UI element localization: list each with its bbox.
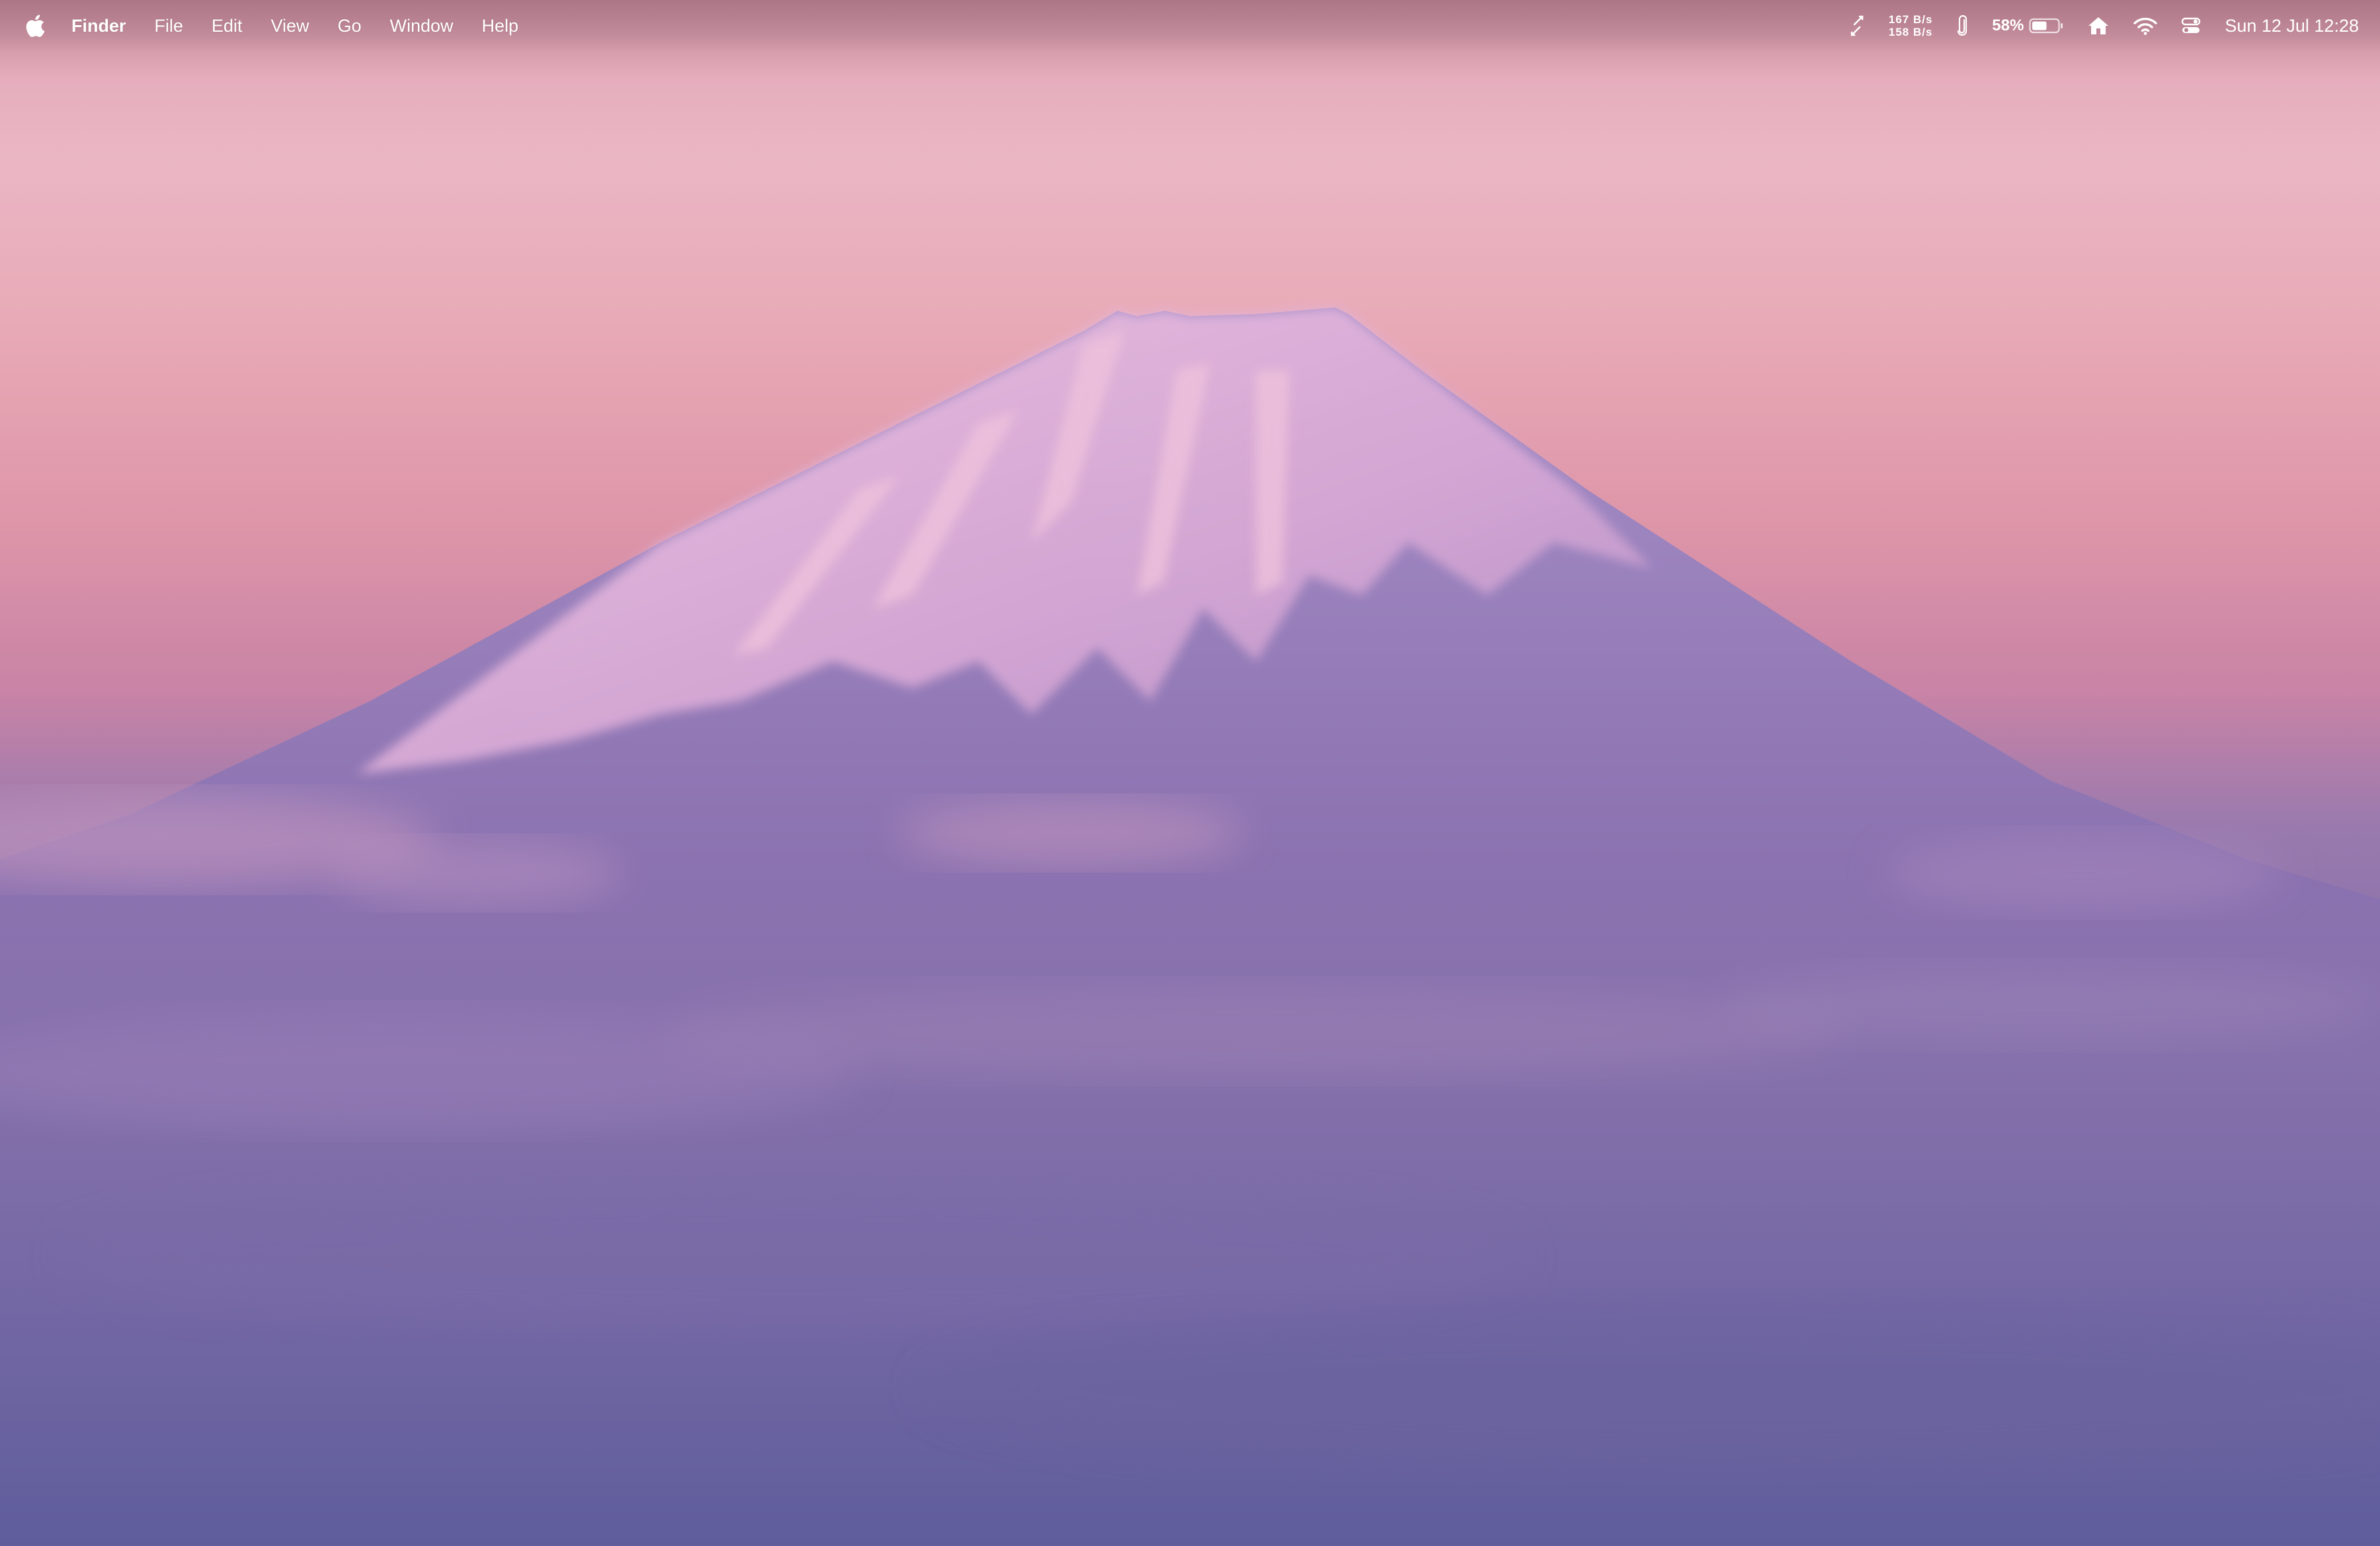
home-glyph	[2088, 17, 2109, 34]
control-center-icon[interactable]	[2181, 17, 2201, 35]
menu-left: Finder File Edit View Go Window Help	[24, 0, 547, 52]
cloud-center	[899, 800, 1243, 866]
wifi-glyph	[2133, 17, 2158, 35]
menu-bar: Finder File Edit View Go Window Help 167…	[0, 0, 2380, 52]
menu-file[interactable]: File	[155, 16, 184, 36]
apple-icon-glyph	[26, 15, 45, 37]
paperclip-glyph	[1958, 15, 1967, 36]
menu-window[interactable]: Window	[390, 16, 454, 36]
apple-icon[interactable]	[24, 13, 46, 38]
sync-arrows-icon[interactable]	[1849, 15, 1865, 37]
cloud-mid-left	[331, 840, 621, 906]
battery-fill	[2032, 21, 2047, 30]
paperclip-icon[interactable]	[1956, 15, 1968, 37]
cloud-band-3	[1719, 965, 2380, 1045]
home-icon[interactable]	[2087, 16, 2110, 36]
net-down-text: 158 B/s	[1888, 26, 1933, 38]
sync-arrows-glyph	[1850, 15, 1864, 36]
clock[interactable]: Sun 12 Jul 12:28	[2225, 16, 2359, 36]
battery-percent: 58%	[1992, 17, 2024, 34]
battery-status[interactable]: 58%	[1992, 17, 2063, 35]
menu-app-finder[interactable]: Finder	[71, 16, 126, 36]
net-up-text: 167 B/s	[1888, 13, 1933, 26]
menu-edit[interactable]: Edit	[212, 16, 243, 36]
battery-icon	[2029, 18, 2063, 34]
wifi-icon[interactable]	[2133, 17, 2158, 35]
control-center-glyph	[2182, 17, 2201, 33]
cloud-band-2	[661, 985, 1851, 1078]
menu-view[interactable]: View	[271, 16, 309, 36]
menu-help[interactable]: Help	[482, 16, 519, 36]
status-area: 167 B/s 158 B/s 58% Sun 12 Jul 12:28	[1825, 0, 2359, 52]
cloud-band-4	[66, 1184, 1521, 1329]
network-speed[interactable]: 167 B/s 158 B/s	[1889, 13, 1933, 38]
desktop: Finder File Edit View Go Window Help 167…	[0, 0, 2380, 1546]
wallpaper	[0, 307, 2380, 1546]
cloud-right	[1884, 833, 2281, 913]
menu-go[interactable]: Go	[338, 16, 362, 36]
